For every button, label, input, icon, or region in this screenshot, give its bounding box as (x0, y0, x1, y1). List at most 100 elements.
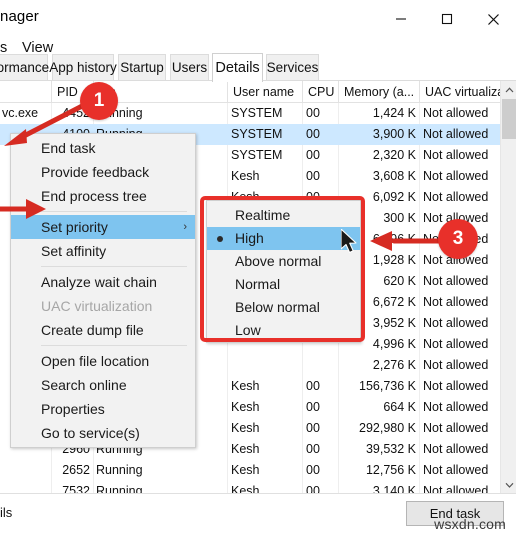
tab-performance[interactable]: formance (0, 54, 49, 80)
cell-pid: 7532 (62, 484, 90, 493)
context-menu-item-search-online[interactable]: Search online (11, 373, 195, 397)
cell-status: Running (96, 484, 143, 493)
cell-uac: Not allowed (423, 484, 489, 493)
menu-separator (41, 266, 187, 267)
tab-strip: formance App history Startup Users Detai… (0, 53, 516, 82)
tab-app-history[interactable]: App history (49, 54, 117, 80)
priority-item-label: High (235, 230, 264, 246)
table-row[interactable]: 7532 Running Kesh 00 3,140 K Not allowed (0, 481, 500, 493)
watermark: wsxdn.com (434, 516, 506, 532)
cell-uac: Not allowed (423, 337, 489, 351)
cell-uac: Not allowed (423, 274, 489, 288)
cell-uac: Not allowed (423, 106, 489, 120)
close-button[interactable] (470, 0, 516, 38)
cell-uac: Not allowed (423, 421, 489, 435)
priority-item-low[interactable]: Low (207, 319, 360, 342)
priority-item-high[interactable]: High (207, 227, 360, 250)
mouse-cursor-icon (340, 228, 361, 262)
cell-name (2, 481, 50, 493)
context-menu-item-label: Properties (41, 401, 105, 417)
cell-user: Kesh (231, 379, 260, 393)
context-menu-item-label: Set priority (41, 219, 108, 235)
scroll-down-icon[interactable] (501, 476, 516, 493)
priority-item-label: Low (235, 322, 261, 338)
cell-uac: Not allowed (423, 295, 489, 309)
cell-user: SYSTEM (231, 148, 283, 162)
cell-memory: 2,320 K (372, 148, 416, 162)
cell-uac: Not allowed (423, 316, 489, 330)
menu-separator (41, 211, 187, 212)
context-menu-item-label: Create dump file (41, 322, 144, 338)
column-header-memory[interactable]: Memory (a... (339, 81, 420, 103)
cell-memory: 3,608 K (372, 169, 416, 183)
table-row[interactable]: vc.exe 4452 Running SYSTEM 00 1,424 K Not allo… (0, 103, 500, 124)
cell-cpu: 00 (306, 484, 320, 493)
context-menu-item-label: Search online (41, 377, 127, 393)
context-menu-item-end-process-tree[interactable]: End process tree (11, 184, 195, 208)
cell-memory: 3,900 K (372, 127, 416, 141)
column-header-name[interactable] (0, 81, 52, 103)
maximize-button[interactable] (424, 0, 470, 38)
cell-uac: Not allowed (423, 379, 489, 393)
tab-users[interactable]: Users (170, 54, 209, 80)
column-header-user[interactable]: User name (228, 81, 303, 103)
context-menu-item-set-priority[interactable]: Set priority › (11, 215, 195, 239)
cell-memory: 1,424 K (372, 106, 416, 120)
fewer-details-link[interactable]: ils (0, 505, 12, 520)
cell-cpu: 00 (306, 442, 320, 456)
cell-name: vc.exe (2, 106, 39, 120)
context-menu-item-create-dump-file[interactable]: Create dump file (11, 318, 195, 342)
close-icon (487, 13, 500, 26)
context-menu-item-open-file-location[interactable]: Open file location (11, 349, 195, 373)
scroll-up-icon[interactable] (501, 81, 516, 98)
context-menu-item-go-to-service-s[interactable]: Go to service(s) (11, 421, 195, 445)
tab-startup[interactable]: Startup (118, 54, 166, 80)
minimize-button[interactable] (378, 0, 424, 38)
scrollbar-thumb[interactable] (502, 99, 516, 139)
cell-memory: 664 K (383, 400, 416, 414)
cell-uac: Not allowed (423, 442, 489, 456)
tab-services[interactable]: Services (266, 54, 319, 80)
cell-user: Kesh (231, 169, 260, 183)
cell-cpu: 00 (306, 169, 320, 183)
context-menu-item-properties[interactable]: Properties (11, 397, 195, 421)
table-row[interactable]: 2652 Running Kesh 00 12,756 K Not allowed (0, 460, 500, 481)
cell-cpu: 00 (306, 148, 320, 162)
chevron-right-icon: › (183, 221, 187, 233)
context-menu-item-label: Provide feedback (41, 164, 150, 180)
cell-cpu: 00 (306, 379, 320, 393)
tab-details[interactable]: Details (212, 53, 263, 82)
column-header-cpu[interactable]: CPU (303, 81, 339, 103)
vertical-scrollbar[interactable] (500, 81, 516, 493)
cell-user: Kesh (231, 484, 260, 493)
window-title: nager (0, 8, 39, 25)
cell-uac: Not allowed (423, 127, 489, 141)
context-menu-item-label: Analyze wait chain (41, 274, 157, 290)
priority-item-label: Normal (235, 276, 281, 292)
table-header-row: PID tus User name CPU Memory (a... UAC v… (0, 81, 516, 103)
title-bar: nager (0, 0, 516, 38)
cell-cpu: 00 (306, 463, 320, 477)
cell-cpu: 00 (306, 106, 320, 120)
column-header-uac[interactable]: UAC virtualizat... (420, 81, 500, 103)
cell-pid: 2652 (62, 463, 90, 477)
cell-memory: 39,532 K (365, 442, 416, 456)
priority-item-normal[interactable]: Normal (207, 273, 360, 296)
context-menu-item-label: End task (41, 140, 96, 156)
priority-item-above-normal[interactable]: Above normal (207, 250, 360, 273)
context-menu-item-label: Go to service(s) (41, 425, 140, 441)
context-menu-item-end-task[interactable]: End task (11, 136, 195, 160)
context-menu-item-analyze-wait-chain[interactable]: Analyze wait chain (11, 270, 195, 294)
context-menu-item-set-affinity[interactable]: Set affinity (11, 239, 195, 263)
context-menu-item-provide-feedback[interactable]: Provide feedback (11, 160, 195, 184)
priority-item-label: Above normal (235, 253, 322, 269)
priority-item-below-normal[interactable]: Below normal (207, 296, 360, 319)
cell-uac: Not allowed (423, 400, 489, 414)
context-menu: End task Provide feedback End process tree… (10, 133, 196, 448)
priority-item-realtime[interactable]: Realtime (207, 204, 360, 227)
maximize-icon (441, 13, 453, 25)
cell-memory: 12,756 K (365, 463, 416, 477)
context-menu-item-label: Open file location (41, 353, 150, 369)
cell-uac: Not allowed (423, 190, 489, 204)
cell-cpu: 00 (306, 400, 320, 414)
